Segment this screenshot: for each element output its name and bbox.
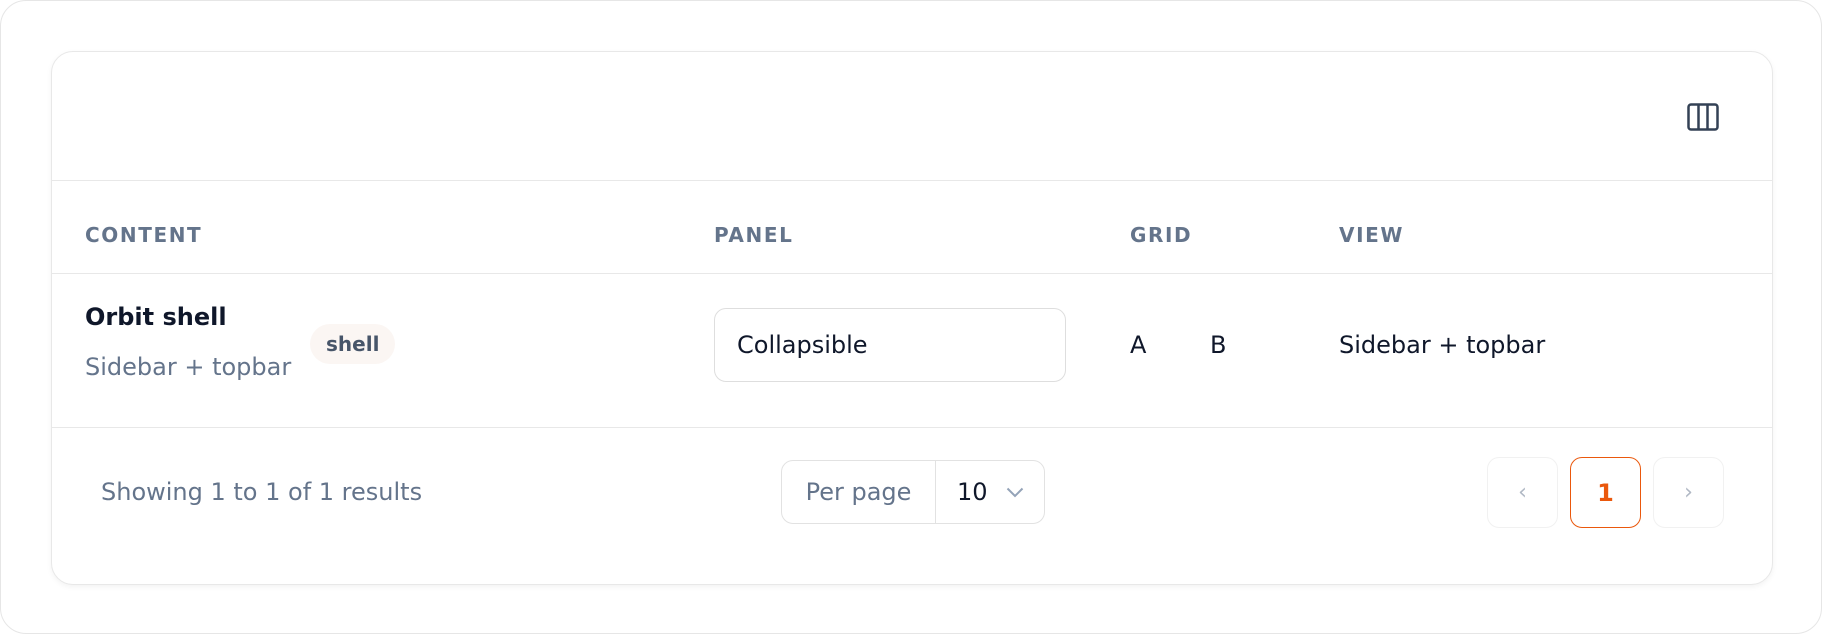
columns-toggle-button[interactable] bbox=[1684, 98, 1722, 136]
chevron-down-icon bbox=[1006, 487, 1024, 498]
table-card: CONTENT PANEL GRID VIEW Orbit shell Side… bbox=[51, 51, 1773, 585]
columns-icon bbox=[1687, 103, 1719, 131]
column-header-content: CONTENT bbox=[85, 223, 203, 247]
content-cell: Orbit shell Sidebar + topbar bbox=[85, 301, 291, 383]
panel-input[interactable] bbox=[714, 308, 1066, 382]
table-header: CONTENT PANEL GRID VIEW bbox=[52, 180, 1772, 274]
table-footer: Showing 1 to 1 of 1 results Per page 10 … bbox=[52, 427, 1772, 584]
page-button-current[interactable]: 1 bbox=[1570, 457, 1641, 528]
column-header-panel: PANEL bbox=[714, 223, 794, 247]
column-header-view: VIEW bbox=[1339, 223, 1405, 247]
view-cell: Sidebar + topbar bbox=[1339, 331, 1546, 359]
results-summary: Showing 1 to 1 of 1 results bbox=[101, 478, 423, 506]
per-page-select[interactable]: 10 bbox=[936, 461, 1044, 523]
column-header-grid: GRID bbox=[1130, 223, 1193, 247]
row-subtitle: Sidebar + topbar bbox=[85, 353, 292, 381]
next-page-button[interactable]: › bbox=[1653, 457, 1724, 528]
table-toolbar bbox=[52, 52, 1772, 181]
per-page-value: 10 bbox=[957, 478, 988, 506]
per-page-label: Per page bbox=[782, 461, 936, 523]
row-title: Orbit shell bbox=[85, 303, 227, 331]
chevron-right-icon: › bbox=[1684, 480, 1693, 505]
chevron-left-icon: ‹ bbox=[1518, 480, 1527, 505]
row-tag-badge: shell bbox=[310, 324, 396, 364]
table-row: Orbit shell Sidebar + topbar shell A B S… bbox=[52, 273, 1772, 428]
previous-page-button[interactable]: ‹ bbox=[1487, 457, 1558, 528]
grid-cell-a: A bbox=[1130, 331, 1147, 359]
per-page-control: Per page 10 bbox=[781, 460, 1045, 524]
grid-cell-b: B bbox=[1210, 331, 1227, 359]
